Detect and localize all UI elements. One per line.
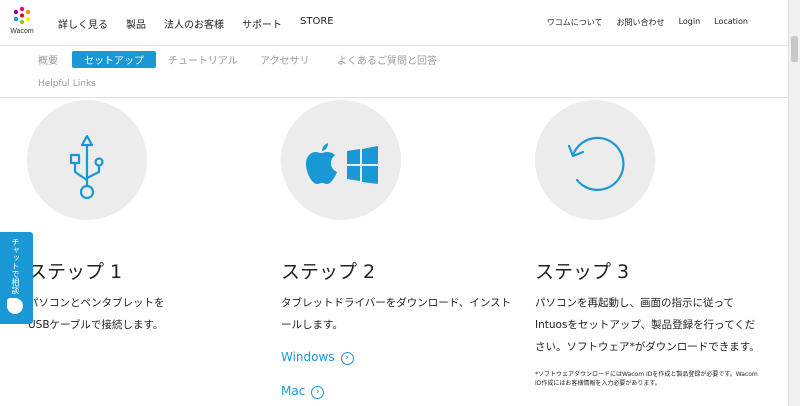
mac-download-link[interactable]: Mac ›: [281, 384, 325, 399]
restart-circle: [535, 100, 655, 220]
chat-label: チャットで相談: [11, 238, 20, 294]
utility-nav: ワコムについて お問い合わせ Login Location: [533, 17, 748, 28]
chat-button[interactable]: チャットで相談: [0, 232, 33, 324]
footnote-line: ID作成にはお客様情報を入力必要があります。: [535, 380, 661, 387]
step-1-description: パソコンとペンタブレットを USBケーブルで接続します。: [28, 292, 165, 336]
nav-learn-more[interactable]: 詳しく見る: [58, 16, 108, 31]
tab-overview[interactable]: 概要: [38, 52, 58, 67]
nav-store[interactable]: STORE: [300, 16, 334, 31]
section-tabs: 概要 セットアップ チュートリアル アクセサリ よくあるご質問と回答 Helpf…: [0, 46, 788, 98]
step-1-title: ステップ 1: [28, 261, 123, 283]
windows-icon: [347, 146, 378, 184]
tab-accessories[interactable]: アクセサリ: [260, 52, 310, 67]
scrollbar-thumb[interactable]: [791, 36, 798, 62]
page-scrollbar[interactable]: [788, 0, 800, 406]
footnote-line: *ソフトウェアダウンロードにはWacom IDを作成と製品登録が必要です。Wac…: [535, 371, 758, 378]
restart-icon: [567, 136, 625, 191]
chat-bubble-icon: [7, 298, 23, 314]
nav-business[interactable]: 法人のお客様: [164, 16, 224, 31]
nav-about[interactable]: ワコムについて: [547, 17, 603, 28]
os-circle: [281, 100, 401, 220]
os-icons: [306, 143, 378, 184]
step-2-title: ステップ 2: [281, 261, 376, 283]
step-2-line: ールします。: [281, 319, 343, 331]
wacom-logo[interactable]: Wacom: [4, 6, 40, 40]
nav-location[interactable]: Location: [714, 17, 748, 28]
usb-circle: [27, 100, 147, 220]
step-2-line: タブレットドライバーをダウンロード、インスト: [281, 297, 512, 309]
chevron-right-icon: ›: [311, 386, 325, 399]
usb-icon: [69, 134, 104, 200]
step-3-line: Intuosをセットアップ、製品登録を行ってくだ: [535, 319, 756, 331]
tab-faq[interactable]: よくあるご質問と回答: [337, 52, 437, 67]
mac-link-label: Mac: [281, 384, 306, 398]
tab-helpful-links[interactable]: Helpful Links: [38, 79, 96, 89]
tab-setup[interactable]: セットアップ: [72, 51, 156, 68]
windows-link-label: Windows: [281, 350, 335, 364]
step-3-description: パソコンを再起動し、画面の指示に従って Intuosをセットアップ、製品登録を行…: [535, 292, 760, 358]
step-1-line: USBケーブルで接続します。: [28, 319, 164, 331]
step-3-footnote: *ソフトウェアダウンロードにはWacom IDを作成と製品登録が必要です。Wac…: [535, 370, 758, 388]
step-2-description: タブレットドライバーをダウンロード、インスト ールします。: [281, 292, 511, 336]
nav-support[interactable]: サポート: [242, 16, 282, 31]
logo-text: Wacom: [10, 28, 34, 35]
top-header: Wacom 詳しく見る 製品 法人のお客様 サポート STORE ワコムについて…: [0, 0, 788, 46]
step-3-line: パソコンを再起動し、画面の指示に従って: [535, 297, 734, 309]
windows-download-link[interactable]: Windows ›: [281, 350, 354, 365]
nav-contact[interactable]: お問い合わせ: [617, 17, 665, 28]
nav-products[interactable]: 製品: [126, 16, 146, 31]
step-3-line: さい。ソフトウェア*がダウンロードできます。: [535, 341, 760, 353]
tab-tutorial[interactable]: チュートリアル: [168, 52, 238, 67]
nav-login[interactable]: Login: [679, 17, 701, 28]
main-nav: 詳しく見る 製品 法人のお客様 サポート STORE: [58, 16, 352, 31]
step-1-line: パソコンとペンタブレットを: [28, 297, 165, 309]
apple-icon: [306, 143, 337, 184]
chevron-right-icon: ›: [340, 352, 354, 365]
step-3-title: ステップ 3: [535, 261, 630, 283]
wacom-logo-icon: [13, 6, 31, 25]
